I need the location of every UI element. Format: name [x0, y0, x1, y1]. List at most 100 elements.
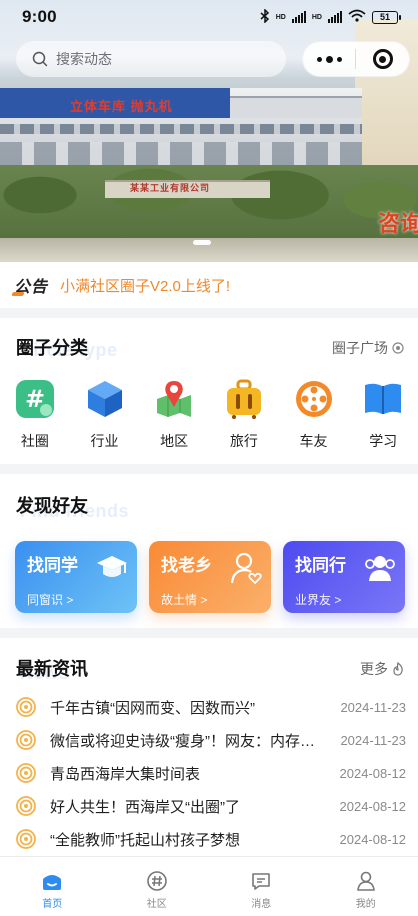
banner-windows: [0, 124, 362, 134]
broadcast-icon: [16, 730, 36, 750]
news-title: 千年古镇“因网而变、因数而兴”: [50, 699, 255, 717]
section-title: 最新资讯: [16, 659, 88, 679]
news-date: 2024-11-23: [340, 732, 406, 748]
category-item[interactable]: # 社圈: [0, 378, 70, 451]
circle-category-section: Circle type 圈子分类 圈子广场 # 社圈 行业 地区 旅行 车友 学…: [0, 318, 418, 464]
book-icon: [362, 378, 404, 420]
banner-pagination-dot[interactable]: [193, 240, 211, 245]
section-title: 发现好友: [16, 496, 88, 516]
card-subtitle: 业界友 >: [295, 593, 342, 607]
find-hometown-card[interactable]: 找老乡 故土情 >: [149, 541, 271, 613]
broadcast-icon: [16, 829, 36, 849]
category-label: 行业: [90, 433, 119, 449]
news-date: 2024-08-12: [339, 798, 407, 814]
home-icon: [40, 869, 64, 893]
status-bar: 9:00 HD HD 51: [0, 0, 418, 34]
news-item[interactable]: 青岛西海岸大集时间表 2024-08-12: [16, 760, 406, 786]
more-label: 更多: [360, 661, 388, 677]
wifi-icon: [348, 9, 366, 25]
signal-icon-2: [328, 11, 342, 23]
news-item[interactable]: “全能教师”托起山村孩子梦想 2024-08-12: [16, 826, 406, 852]
banner-building-sign: 立体车库 抛丸机: [70, 99, 173, 114]
announcement-text[interactable]: 小满社区圈子V2.0上线了!: [60, 275, 230, 296]
user-heart-icon: [230, 552, 262, 585]
dot-icon: [316, 56, 322, 62]
status-time: 9:00: [22, 7, 57, 26]
news-item[interactable]: 好人共生！西海岸又“出圈”了 2024-08-12: [16, 793, 406, 819]
category-label: 社圈: [20, 433, 49, 449]
card-subtitle: 故土情 >: [161, 593, 208, 607]
latest-news-section: News 最新资讯 更多 千年古镇“因网而变、因数而兴” 2024-11-23 …: [0, 638, 418, 856]
announcement-bar[interactable]: 公告 小满社区圈子V2.0上线了!: [0, 262, 418, 308]
banner-side-caption: 咨询: [377, 211, 418, 236]
category-label: 学习: [369, 433, 398, 449]
tab-messages[interactable]: 消息: [209, 857, 314, 916]
category-list: # 社圈 行业 地区 旅行 车友 学习: [0, 378, 418, 451]
tab-profile[interactable]: 我的: [314, 857, 418, 916]
news-item[interactable]: 千年古镇“因网而变、因数而兴” 2024-11-23: [16, 694, 406, 720]
banner-image[interactable]: 立体车库 抛丸机 某某工业有限公司 咨询: [0, 0, 418, 262]
find-peers-card[interactable]: 找同行 业界友 >: [283, 541, 405, 613]
battery-icon: 51: [372, 10, 401, 24]
graduation-cap-icon: [97, 556, 127, 577]
message-icon: [249, 869, 273, 893]
category-item[interactable]: 旅行: [209, 378, 279, 451]
flame-icon: [393, 662, 403, 676]
news-date: 2024-08-12: [339, 831, 407, 847]
circle-arrow-icon: [392, 342, 404, 354]
tab-label: 消息: [251, 899, 272, 910]
status-icons: HD HD 51: [260, 7, 401, 26]
category-item[interactable]: 地区: [139, 378, 209, 451]
category-label: 旅行: [229, 433, 258, 449]
news-title: “全能教师”托起山村孩子梦想: [50, 831, 240, 849]
news-date: 2024-08-12: [339, 765, 407, 781]
tab-label: 我的: [355, 899, 376, 910]
person-icon: [354, 869, 378, 893]
news-item[interactable]: 微信或将迎史诗级“瘦身”！网友：内存… 2024-11-23: [16, 727, 406, 753]
search-icon: [32, 51, 48, 67]
search-placeholder: 搜索动态: [56, 51, 112, 67]
hd-label: HD: [275, 13, 286, 21]
news-title: 青岛西海岸大集时间表: [50, 765, 201, 783]
bottom-tab-bar: 首页 社区 消息 我的: [0, 856, 418, 916]
hashtag-icon: #: [14, 378, 56, 420]
circle-plaza-link[interactable]: 圈子广场: [332, 338, 404, 358]
signal-icon: [291, 11, 306, 23]
target-icon: [372, 49, 393, 69]
tab-label: 首页: [42, 899, 63, 910]
announcement-tag: 公告: [14, 273, 48, 297]
film-reel-icon: [293, 378, 335, 420]
close-mini-program-button[interactable]: [356, 41, 409, 77]
broadcast-icon: [16, 763, 36, 783]
category-label: 地区: [160, 433, 189, 449]
map-pin-icon: [153, 378, 195, 420]
banner-building-roof-2: [230, 96, 362, 118]
category-label: 车友: [299, 433, 328, 449]
cube-icon: [84, 378, 126, 420]
news-title: 好人共生！西海岸又“出圈”了: [50, 798, 240, 816]
tab-home[interactable]: 首页: [0, 857, 105, 916]
news-date: 2024-11-23: [340, 699, 406, 715]
hashtag-circle-icon: [145, 869, 169, 893]
banner-trees: [0, 165, 418, 245]
news-title: 微信或将迎史诗级“瘦身”！网友：内存…: [50, 732, 315, 750]
card-subtitle: 同窗识 >: [27, 593, 74, 607]
tab-label: 社区: [146, 899, 167, 910]
section-title: 圈子分类: [16, 338, 88, 358]
mini-program-capsule: [302, 41, 410, 77]
category-item[interactable]: 学习: [348, 378, 418, 451]
users-icon: [365, 556, 395, 581]
bluetooth-icon: [260, 7, 270, 26]
suitcase-icon: [223, 378, 265, 420]
circle-plaza-label: 圈子广场: [332, 340, 388, 356]
more-news-link[interactable]: 更多: [360, 659, 404, 679]
find-classmates-card[interactable]: 找同学 同窗识 >: [15, 541, 137, 613]
category-item[interactable]: 车友: [279, 378, 349, 451]
banner-wall-sign: 某某工业有限公司: [130, 183, 211, 193]
category-item[interactable]: 行业: [70, 378, 140, 451]
dot-icon: [336, 56, 342, 62]
tab-community[interactable]: 社区: [105, 857, 210, 916]
more-options-button[interactable]: [303, 41, 355, 77]
broadcast-icon: [16, 697, 36, 717]
search-input[interactable]: 搜索动态: [16, 41, 286, 77]
